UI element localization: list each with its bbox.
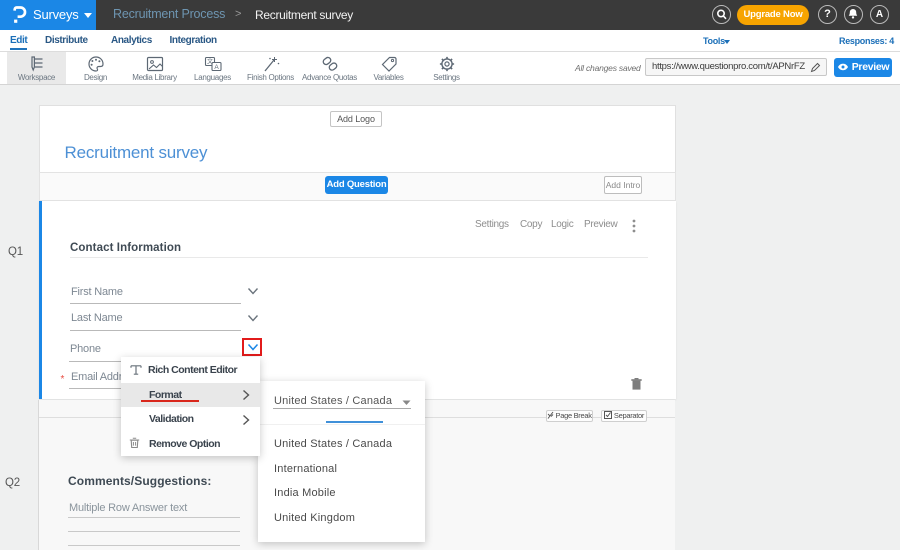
svg-text:A: A [214,64,219,71]
svg-text:文: 文 [206,58,212,66]
